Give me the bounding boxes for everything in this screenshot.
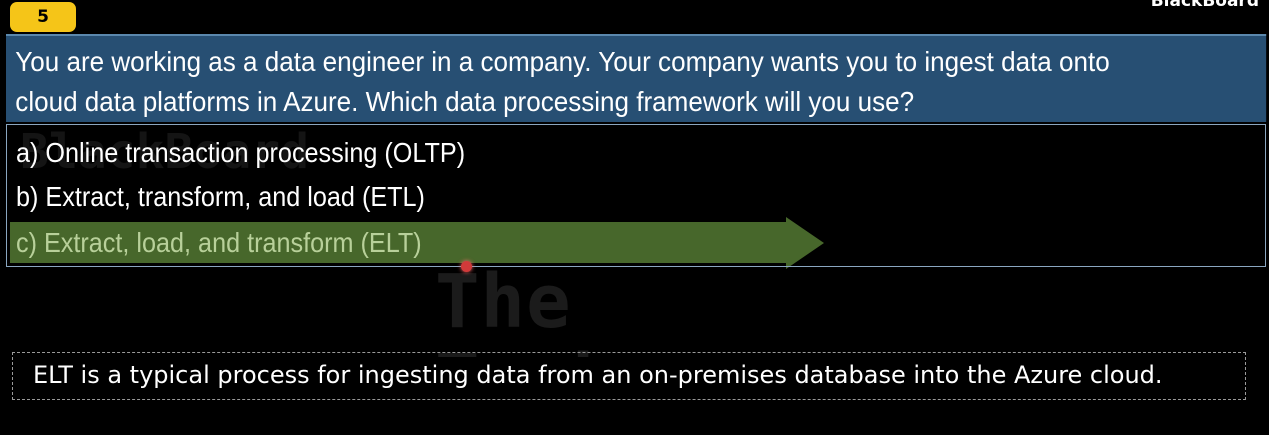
question-number-badge: 5 <box>10 2 76 32</box>
question-number: 5 <box>37 7 49 27</box>
option-b[interactable]: b) Extract, transform, and load (ETL) <box>16 181 425 213</box>
watermark-logo: The Tech <box>435 262 765 357</box>
options-panel: a) Online transaction processing (OLTP) … <box>6 124 1266 267</box>
option-a[interactable]: a) Online transaction processing (OLTP) <box>16 137 465 169</box>
question-panel: You are working as a data engineer in a … <box>6 34 1267 122</box>
brand-label: BlackBoard <box>1150 0 1259 11</box>
question-line-2: cloud data platforms in Azure. Which dat… <box>15 86 915 117</box>
pointer-cursor-icon <box>461 261 472 272</box>
answer-explanation: ELT is a typical process for ingesting d… <box>12 352 1246 400</box>
option-c-selected[interactable]: c) Extract, load, and transform (ELT) <box>16 227 422 259</box>
watermark-logo-text: The Tech <box>435 262 616 357</box>
question-line-1: You are working as a data engineer in a … <box>15 46 1110 77</box>
